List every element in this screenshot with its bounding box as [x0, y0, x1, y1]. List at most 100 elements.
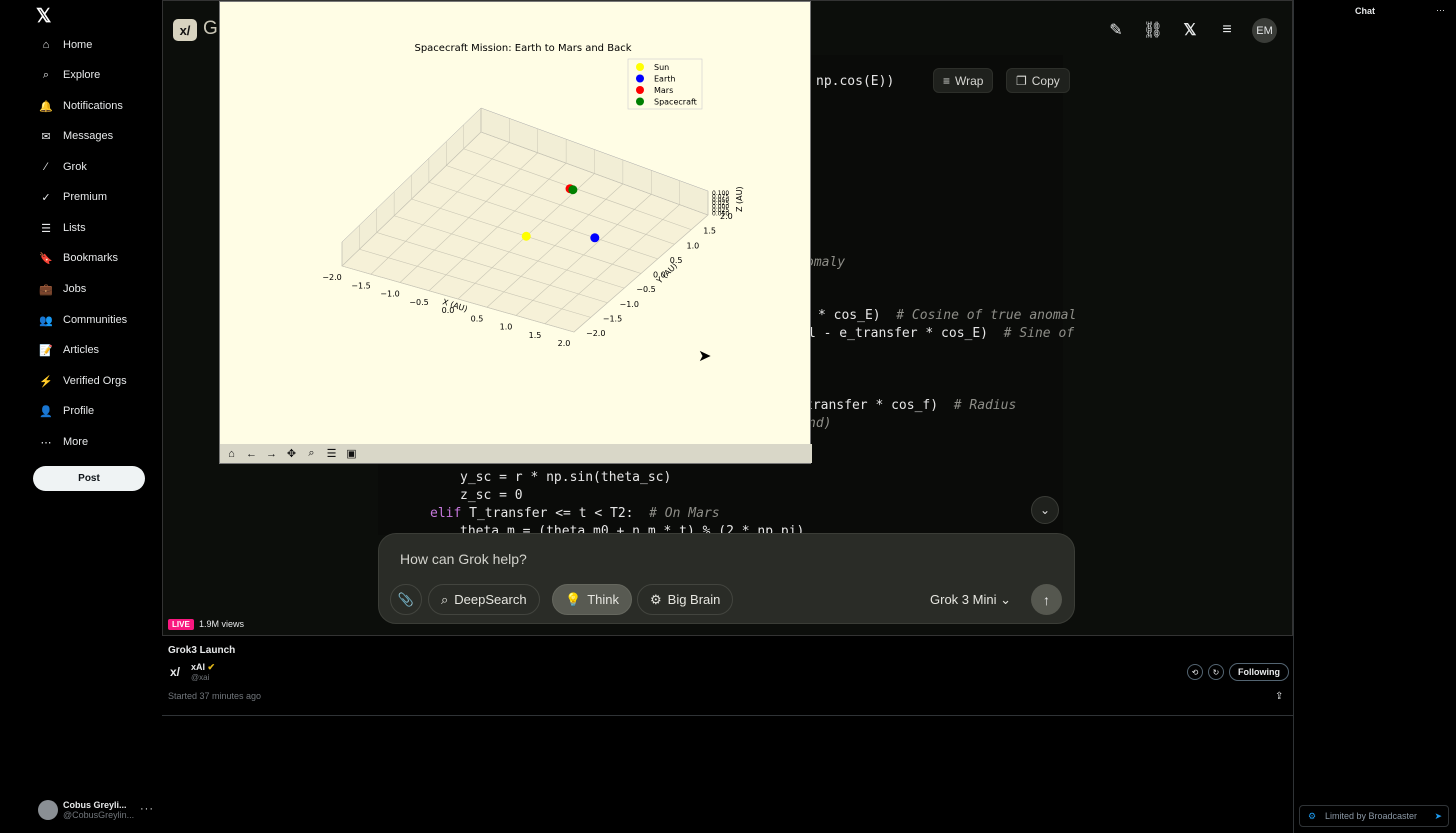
chart-point-earth — [590, 233, 600, 243]
chart-x-tick-label: 1.0 — [500, 323, 513, 332]
chevron-down-icon: ⌄ — [1039, 503, 1051, 517]
zoom-icon[interactable]: ⌕ — [302, 445, 321, 462]
grok-icon: ⁄ — [45, 161, 47, 173]
replay-icon[interactable]: ⟲ — [1187, 664, 1203, 680]
account-switcher[interactable]: Cobus Greyli... @CobusGreylin... — [38, 800, 134, 820]
nav-item-notifications[interactable]: 🔔 Notifications — [38, 94, 123, 118]
account-handle: @CobusGreylin... — [63, 810, 135, 820]
nav-item-profile[interactable]: 👤 Profile — [38, 399, 94, 423]
nav-item-label: Grok — [63, 161, 87, 173]
nav-item-label: Bookmarks — [63, 252, 119, 264]
code-line: y_sc = r * np.sin(theta_sc) — [460, 470, 672, 485]
legend-label-mars: Mars — [654, 86, 673, 95]
nav-item-label: Notifications — [63, 100, 123, 112]
copy-button[interactable]: ❐ Copy — [1006, 68, 1070, 93]
host-handle: @xai — [191, 673, 210, 682]
nav-item-articles[interactable]: 📝 Articles — [38, 338, 99, 362]
verified-badge-icon: ✔ — [207, 662, 216, 672]
briefcase-icon: 💼 — [39, 283, 53, 296]
nav-item-messages[interactable]: ✉ Messages — [38, 124, 113, 148]
left-navigation: 𝕏 ⌂ Home ⌕ Explore 🔔 Notifications ✉ Messages ⁄ G… — [0, 0, 162, 833]
search-icon: ⌕ — [42, 68, 50, 81]
pan-icon[interactable]: ✥ — [282, 445, 301, 462]
legend-label-spacecraft: Spacecraft — [654, 98, 697, 107]
more-options-icon[interactable]: ··· — [140, 803, 154, 815]
nav-item-label: Explore — [63, 69, 101, 81]
article-icon: 📝 — [39, 344, 53, 357]
nav-item-lists[interactable]: ☰ Lists — [38, 216, 86, 240]
nav-item-verified-orgs[interactable]: ⚡ Verified Orgs — [38, 369, 126, 393]
chart-z-tick-label: 0.050 — [712, 210, 729, 217]
code-line: l - e_transfer * cos_E) # Sine of — [808, 326, 1075, 341]
legend-marker-sun — [636, 63, 644, 71]
save-icon[interactable]: ▣ — [342, 445, 361, 462]
code-line: * cos_E) # Cosine of true anomal — [818, 308, 1077, 323]
nav-item-bookmarks[interactable]: 🔖 Bookmarks — [38, 246, 118, 270]
chart-x-tick-label: 1.5 — [529, 331, 542, 340]
scroll-down-button[interactable]: ⌄ — [1031, 496, 1059, 524]
chevron-down-icon: ⌄ — [1000, 592, 1011, 607]
chart-x-tick-label: 2.0 — [558, 339, 571, 348]
nav-item-jobs[interactable]: 💼 Jobs — [38, 277, 86, 301]
back-arrow-icon[interactable]: ← — [242, 445, 261, 462]
x-logo-icon[interactable]: 𝕏 — [36, 5, 51, 28]
legend-label-earth: Earth — [654, 75, 675, 84]
x-icon[interactable]: 𝕏 — [1179, 19, 1201, 41]
chart-y-tick-label: 1.5 — [703, 227, 716, 236]
home-icon[interactable]: ⌂ — [222, 445, 241, 462]
share-icon[interactable]: ⇪ — [1275, 691, 1283, 702]
code-line: elif T_transfer <= t < T2: # On Mars — [430, 506, 720, 521]
nav-item-grok[interactable]: ⁄ Grok — [38, 155, 87, 179]
avatar[interactable]: EM — [1252, 18, 1277, 43]
forward-arrow-icon[interactable]: → — [262, 445, 281, 462]
send-button[interactable]: ↑ — [1031, 584, 1062, 615]
xai-logo-icon[interactable]: x/ — [170, 665, 180, 679]
chat-title: Chat — [1355, 6, 1375, 16]
code-line: transfer * cos_f) # Radius — [805, 398, 1017, 413]
person-icon: 👤 — [39, 405, 53, 418]
configure-icon[interactable]: ☰ — [322, 445, 341, 462]
chart-x-tick-label: 0.5 — [471, 314, 484, 323]
search-icon: ⌕ — [441, 591, 449, 607]
link-icon[interactable]: ⛓ — [1142, 19, 1164, 41]
more-circle-icon: ⋯ — [40, 436, 52, 449]
nav-item-home[interactable]: ⌂ Home — [38, 33, 93, 57]
nav-item-label: More — [63, 436, 89, 448]
verified-icon: ✓ — [41, 191, 51, 204]
compose-icon[interactable]: ✎ — [1105, 19, 1127, 41]
paperclip-icon: 📎 — [397, 591, 415, 607]
nav-item-communities[interactable]: 👥 Communities — [38, 308, 127, 332]
chat-input-disabled: ⚙ Limited by Broadcaster ➤ — [1299, 805, 1449, 827]
chart-y-tick-label: 1.0 — [687, 241, 700, 250]
brain-icon: ⚙ — [650, 591, 662, 607]
chart-x-tick-label: −1.0 — [380, 290, 399, 299]
view-count: 1.9M views — [199, 619, 245, 629]
grok-composer: How can Grok help? 📎 ⌕ DeepSearch 💡 Think … — [378, 533, 1075, 624]
more-options-icon[interactable]: ··· — [1436, 5, 1445, 15]
nav-item-more[interactable]: ⋯ More — [38, 430, 89, 454]
chart-title: Spacecraft Mission: Earth to Mars and Ba… — [414, 43, 631, 54]
think-button[interactable]: 💡 Think — [552, 584, 632, 615]
mouse-cursor-icon: ➤ — [698, 348, 712, 365]
model-selector[interactable]: Grok 3 Mini ⌄ — [930, 592, 1011, 608]
nav-item-label: Articles — [63, 344, 100, 356]
post-button[interactable]: Post — [33, 466, 145, 491]
deepsearch-button[interactable]: ⌕ DeepSearch — [428, 584, 540, 615]
refresh-icon[interactable]: ↻ — [1208, 664, 1224, 680]
broadcast-title: Grok3 Launch — [168, 645, 236, 656]
big-brain-button[interactable]: ⚙ Big Brain — [637, 584, 734, 615]
following-button[interactable]: Following — [1229, 663, 1289, 681]
host-name[interactable]: xAI ✔ — [191, 662, 215, 673]
attach-button[interactable]: 📎 — [390, 584, 422, 615]
history-search-icon[interactable]: ≡ — [1216, 19, 1238, 41]
nav-item-explore[interactable]: ⌕ Explore — [38, 63, 100, 87]
wrap-button[interactable]: ≡ Wrap — [933, 68, 994, 93]
prompt-input[interactable]: How can Grok help? — [400, 551, 527, 567]
plot-toolbar: ⌂ ← → ✥ ⌕ ☰ ▣ — [220, 444, 812, 463]
nav-item-premium[interactable]: ✓ Premium — [38, 185, 107, 209]
code-line: z_sc = 0 — [460, 488, 523, 503]
settings-icon: ⚙ — [1308, 810, 1317, 821]
chart-x-tick-label: −2.0 — [322, 273, 341, 282]
wrap-icon: ≡ — [943, 73, 951, 88]
chart-y-tick-label: −1.0 — [620, 300, 639, 309]
